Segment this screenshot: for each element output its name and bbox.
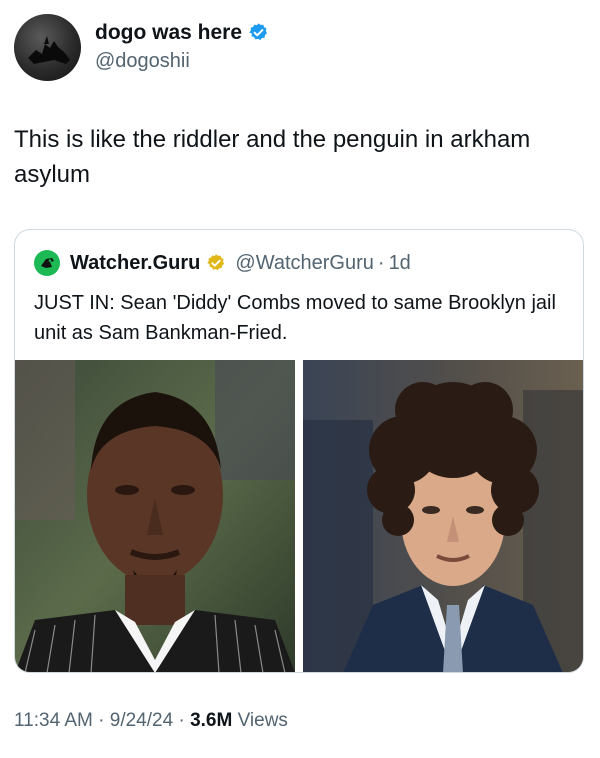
tweet-time[interactable]: 11:34 AM bbox=[14, 710, 93, 731]
photo-left[interactable] bbox=[15, 360, 295, 672]
views-label: Views bbox=[237, 710, 288, 731]
gold-verified-badge-icon bbox=[206, 253, 226, 273]
tweet-meta: 11:34 AM · 9/24/24 · 3.6M Views bbox=[14, 710, 288, 732]
watcher-guru-logo-icon[interactable] bbox=[34, 250, 60, 276]
photo-right[interactable] bbox=[303, 360, 583, 672]
verified-badge-icon bbox=[248, 22, 269, 43]
tweet-text: This is like the riddler and the penguin… bbox=[14, 126, 531, 188]
quoted-tweet-text: JUST IN: Sean 'Diddy' Combs moved to sam… bbox=[34, 292, 556, 344]
quoted-tweet-header: Watcher.Guru @WatcherGuru · 1d bbox=[34, 250, 411, 276]
quoted-separator: · bbox=[377, 251, 385, 274]
author-handle[interactable]: @dogoshii bbox=[95, 48, 269, 74]
avatar[interactable] bbox=[14, 14, 81, 81]
quoted-media bbox=[15, 360, 583, 672]
tweet-date[interactable]: 9/24/24 bbox=[110, 710, 173, 731]
quoted-handle[interactable]: @WatcherGuru bbox=[235, 252, 374, 275]
author-display-name[interactable]: dogo was here bbox=[95, 20, 242, 46]
quoted-age[interactable]: 1d bbox=[389, 252, 411, 275]
meta-separator: · bbox=[98, 710, 105, 731]
quoted-tweet-card[interactable]: Watcher.Guru @WatcherGuru · 1d JUST IN: … bbox=[14, 229, 584, 673]
views-count: 3.6M bbox=[190, 710, 233, 731]
quoted-display-name[interactable]: Watcher.Guru bbox=[70, 252, 200, 275]
author-names: dogo was here @dogoshii bbox=[95, 20, 269, 74]
meta-separator: · bbox=[178, 710, 185, 731]
tweet-header: dogo was here @dogoshii bbox=[14, 14, 269, 81]
